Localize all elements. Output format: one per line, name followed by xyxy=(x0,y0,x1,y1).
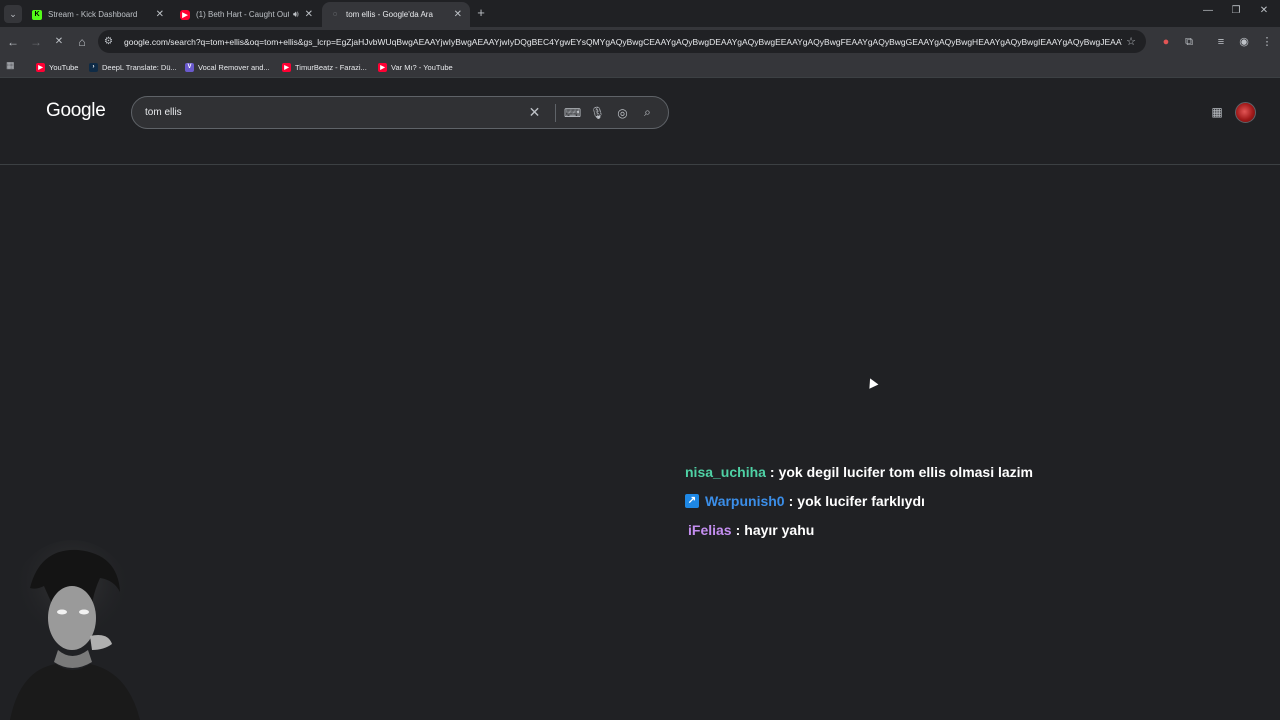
clear-search-icon[interactable]: ✕ xyxy=(522,104,547,121)
search-divider xyxy=(555,103,556,122)
bookmark-deepl[interactable]: › DeepL Translate: Dü... xyxy=(89,60,177,74)
profile-icon[interactable]: ◉ xyxy=(1236,34,1252,50)
bookmark-var-mi[interactable]: ▶ Var Mı? - YouTube xyxy=(378,60,453,74)
tab-title: (1) Beth Hart - Caught Out xyxy=(196,10,289,19)
stream-chat-overlay: nisa_uchiha : yok degil lucifer tom elli… xyxy=(685,457,1033,544)
media-control-icon[interactable]: ≡ xyxy=(1213,34,1229,50)
subscriber-badge-icon: ↗ xyxy=(685,493,699,508)
youtube-icon: ▶ xyxy=(378,62,387,72)
mouse-cursor-icon xyxy=(865,376,879,389)
search-input[interactable]: tom ellis xyxy=(145,107,522,118)
chat-username: iFelias xyxy=(688,521,732,538)
google-header: Google tom ellis ✕ ⌨ 🎙︎ ◎ ⌕ ▦ xyxy=(0,79,1280,165)
back-arrow-icon[interactable]: ← xyxy=(5,34,21,50)
bookmark-star-icon[interactable]: ☆ xyxy=(1122,35,1140,48)
new-tab-button[interactable]: + xyxy=(474,5,488,21)
tab-search-chevron-icon[interactable]: ⌄ xyxy=(4,5,22,23)
account-avatar[interactable] xyxy=(1235,102,1256,123)
bookmark-label: Var Mı? - YouTube xyxy=(391,62,453,72)
bookmarks-bar: ▦ ▶ YouTube › DeepL Translate: Dü... V V… xyxy=(0,56,1280,78)
bookmark-label: YouTube xyxy=(49,62,79,72)
bookmark-label: TimurBeatz - Farazi... xyxy=(295,62,367,72)
stop-loading-icon[interactable]: ✕ xyxy=(51,34,67,50)
chat-text: yok lucifer farklıydı xyxy=(797,492,925,509)
tab-kick-dashboard[interactable]: K Stream - Kick Dashboard ✕ xyxy=(24,2,172,27)
close-window-icon[interactable]: ✕ xyxy=(1256,5,1272,16)
tab-title: Stream - Kick Dashboard xyxy=(48,10,138,19)
deepl-icon: › xyxy=(89,62,98,72)
tab-beth-hart[interactable]: ▶ (1) Beth Hart - Caught Out 🔊︎ ✕ xyxy=(172,2,321,27)
extensions-puzzle-icon[interactable]: ⧉ xyxy=(1181,34,1197,50)
address-bar[interactable]: ⚙ google.com/search?q=tom+ellis&oq=tom+e… xyxy=(98,30,1146,53)
minimize-icon[interactable]: — xyxy=(1200,5,1216,16)
kick-favicon-icon: K xyxy=(32,9,42,20)
chat-message: ↗ Warpunish0 : yok lucifer farklıydı xyxy=(685,486,1033,515)
lens-camera-icon[interactable]: ◎ xyxy=(610,106,635,120)
keyboard-icon[interactable]: ⌨ xyxy=(560,106,585,120)
extension-adblock-icon[interactable]: ● xyxy=(1158,34,1174,50)
home-icon[interactable]: ⌂ xyxy=(74,34,90,50)
menu-kebab-icon[interactable]: ⋮ xyxy=(1259,34,1275,50)
tab-strip: ⌄ K Stream - Kick Dashboard ✕ ▶ (1) Beth… xyxy=(0,0,1280,27)
microphone-icon[interactable]: 🎙︎ xyxy=(585,106,610,120)
youtube-icon: ▶ xyxy=(282,62,291,72)
bookmark-label: Vocal Remover and... xyxy=(198,62,270,72)
search-icon[interactable]: ⌕ xyxy=(635,105,660,120)
bookmark-timurbeatz[interactable]: ▶ TimurBeatz - Farazi... xyxy=(282,60,367,74)
youtube-icon: ▶ xyxy=(36,62,45,72)
tab-close-icon[interactable]: ✕ xyxy=(305,9,313,20)
youtube-favicon-icon: ▶ xyxy=(180,9,190,20)
chat-text: yok degil lucifer tom ellis olmasi lazim xyxy=(778,463,1034,480)
chat-message: iFelias : hayır yahu xyxy=(685,515,1033,544)
chat-separator: : xyxy=(769,463,775,480)
bookmark-youtube[interactable]: ▶ YouTube xyxy=(36,60,78,74)
forward-arrow-icon[interactable]: → xyxy=(28,34,44,50)
apps-grid-icon[interactable]: ▦ xyxy=(6,60,18,72)
tab-close-icon[interactable]: ✕ xyxy=(454,9,462,20)
site-info-icon[interactable]: ⚙ xyxy=(104,36,118,47)
loading-favicon-icon: ◌ xyxy=(332,11,338,18)
tab-google-search[interactable]: ◌ tom ellis - Google'da Ara ✕ xyxy=(322,2,470,27)
webcam-streamer-image xyxy=(0,540,150,720)
tab-close-icon[interactable]: ✕ xyxy=(156,9,164,20)
restore-icon[interactable]: ❐ xyxy=(1228,5,1244,16)
url-text[interactable]: google.com/search?q=tom+ellis&oq=tom+ell… xyxy=(124,37,1122,47)
google-apps-grid-icon[interactable]: ▦ xyxy=(1210,105,1224,119)
chat-username: Warpunish0 xyxy=(705,492,785,509)
vocal-remover-icon: V xyxy=(185,62,194,72)
bookmark-vocal-remover[interactable]: V Vocal Remover and... xyxy=(185,60,270,74)
chat-separator: : xyxy=(788,492,794,509)
browser-toolbar: ← → ✕ ⌂ ⚙ google.com/search?q=tom+ellis&… xyxy=(0,27,1280,56)
audio-playing-icon[interactable]: 🔊︎ xyxy=(293,9,299,20)
chat-message: nisa_uchiha : yok degil lucifer tom elli… xyxy=(685,457,1033,486)
chat-username: nisa_uchiha xyxy=(685,463,766,480)
search-box[interactable]: tom ellis ✕ ⌨ 🎙︎ ◎ ⌕ xyxy=(131,96,669,129)
chat-text: hayır yahu xyxy=(744,521,815,538)
browser-window: ⌄ K Stream - Kick Dashboard ✕ ▶ (1) Beth… xyxy=(0,0,1280,720)
bookmark-label: DeepL Translate: Dü... xyxy=(102,62,177,72)
google-logo[interactable]: Google xyxy=(46,100,106,122)
chat-separator: : xyxy=(735,521,741,538)
tab-title: tom ellis - Google'da Ara xyxy=(346,10,433,19)
